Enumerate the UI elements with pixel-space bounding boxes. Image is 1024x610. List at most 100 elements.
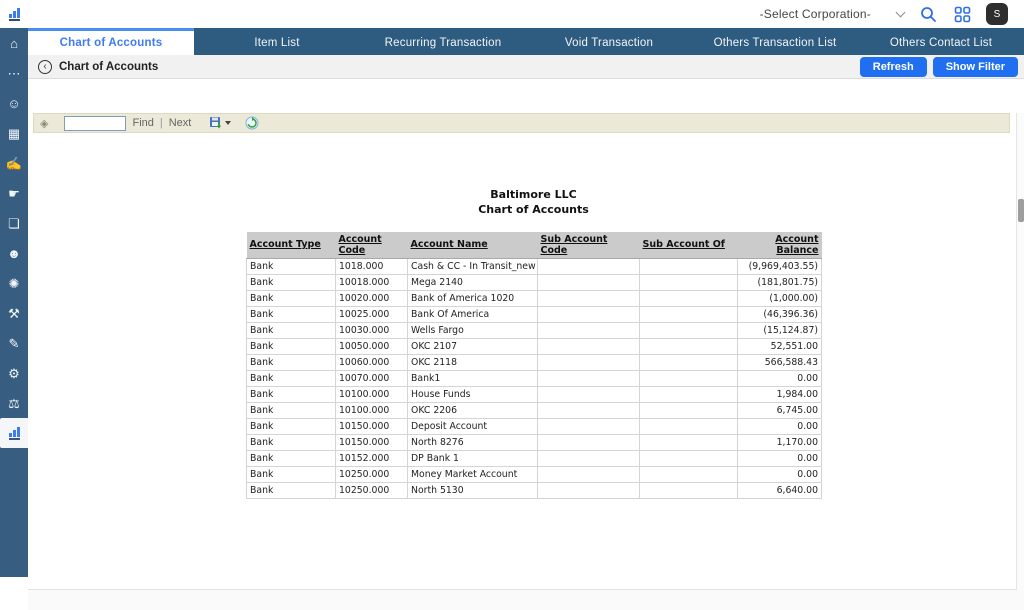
payments-icon: ☛ xyxy=(8,187,20,200)
report-refresh-button[interactable] xyxy=(245,116,259,130)
cell-sub-account-code xyxy=(538,274,640,290)
tab-others-contact-list[interactable]: Others Contact List xyxy=(858,28,1024,55)
table-row: Bank10150.000Deposit Account0.00 xyxy=(247,418,822,434)
sidebar-item-user-management[interactable]: ☺ xyxy=(0,88,28,118)
cell-account-name: OKC 2206 xyxy=(408,402,538,418)
report-title: Chart of Accounts xyxy=(246,203,821,218)
cell-account-balance: (9,969,403.55) xyxy=(738,258,822,274)
cell-account-code: 10030.000 xyxy=(336,322,408,338)
cell-account-type: Bank xyxy=(247,338,336,354)
cell-account-type: Bank xyxy=(247,258,336,274)
cell-account-name: Bank1 xyxy=(408,370,538,386)
cell-account-code: 10025.000 xyxy=(336,306,408,322)
user-avatar[interactable]: S xyxy=(986,3,1008,25)
billing-icon: ❏ xyxy=(8,217,20,230)
column-header-account-code[interactable]: Account Code xyxy=(336,232,408,259)
find-text-input[interactable] xyxy=(64,116,126,131)
cell-account-name: North 8276 xyxy=(408,434,538,450)
sidebar-item-company[interactable]: ▦ xyxy=(0,118,28,148)
table-row: Bank10152.000DP Bank 10.00 xyxy=(247,450,822,466)
cell-account-code: 10250.000 xyxy=(336,466,408,482)
search-button[interactable] xyxy=(918,4,938,24)
sidebar-item-tools[interactable]: ⚒ xyxy=(0,298,28,328)
cell-account-balance: (1,000.00) xyxy=(738,290,822,306)
apps-grid-button[interactable] xyxy=(952,4,972,24)
cell-sub-account-code xyxy=(538,338,640,354)
sidebar-item-services[interactable]: ⚙ xyxy=(0,358,28,388)
automation-icon: ✺ xyxy=(9,277,20,290)
table-row: Bank10250.000Money Market Account0.00 xyxy=(247,466,822,482)
cell-sub-account-of xyxy=(640,450,738,466)
cell-account-code: 1018.000 xyxy=(336,258,408,274)
cell-account-code: 10050.000 xyxy=(336,338,408,354)
tab-item-list[interactable]: Item List xyxy=(194,28,360,55)
next-link[interactable]: Next xyxy=(169,117,192,129)
export-menu-button[interactable] xyxy=(209,116,231,130)
nav-arrows-icon[interactable]: ◈ xyxy=(40,117,48,130)
cell-sub-account-of xyxy=(640,322,738,338)
tab-chart-of-accounts[interactable]: Chart of Accounts xyxy=(28,28,194,55)
column-header-account-name[interactable]: Account Name xyxy=(408,232,538,259)
cell-sub-account-code xyxy=(538,322,640,338)
tab-recurring-transaction[interactable]: Recurring Transaction xyxy=(360,28,526,55)
show-filter-button[interactable]: Show Filter xyxy=(933,57,1018,77)
cell-account-code: 10150.000 xyxy=(336,434,408,450)
cell-account-name: House Funds xyxy=(408,386,538,402)
sidebar-item-journals[interactable]: ✎ xyxy=(0,328,28,358)
back-button[interactable]: ‹ xyxy=(38,60,52,74)
sidebar-item-billing[interactable]: ❏ xyxy=(0,208,28,238)
cell-account-code: 10100.000 xyxy=(336,402,408,418)
cell-sub-account-of xyxy=(640,370,738,386)
footer-strip xyxy=(28,590,1024,610)
page-title: Chart of Accounts xyxy=(59,61,158,73)
refresh-button[interactable]: Refresh xyxy=(860,57,927,77)
cell-account-name: Bank of America 1020 xyxy=(408,290,538,306)
tab-others-transaction-list[interactable]: Others Transaction List xyxy=(692,28,858,55)
export-caret-icon xyxy=(225,121,231,125)
cell-sub-account-code xyxy=(538,370,640,386)
apps-grid-icon xyxy=(954,6,971,23)
column-header-account-balance[interactable]: Account Balance xyxy=(738,232,822,259)
sidebar-item-home[interactable]: ⌂ xyxy=(0,28,28,58)
corporation-select[interactable]: -Select Corporation- xyxy=(760,7,904,21)
table-header-row: Account TypeAccount CodeAccount NameSub … xyxy=(247,232,822,259)
cell-sub-account-code xyxy=(538,290,640,306)
cell-account-type: Bank xyxy=(247,418,336,434)
column-header-account-type[interactable]: Account Type xyxy=(247,232,336,259)
sidebar-item-automation[interactable]: ✺ xyxy=(0,268,28,298)
column-header-sub-account-of[interactable]: Sub Account Of xyxy=(640,232,738,259)
table-row: Bank10250.000North 51306,640.00 xyxy=(247,482,822,498)
column-header-sub-account-code[interactable]: Sub Account Code xyxy=(538,232,640,259)
reports-icon xyxy=(9,427,20,440)
chevron-down-icon xyxy=(896,8,906,18)
sidebar-item-contracts[interactable]: ✍ xyxy=(0,148,28,178)
cell-sub-account-of xyxy=(640,418,738,434)
table-row: Bank10070.000Bank10.00 xyxy=(247,370,822,386)
cell-sub-account-of xyxy=(640,402,738,418)
user-management-icon: ☺ xyxy=(7,97,20,110)
find-link[interactable]: Find xyxy=(132,117,153,129)
scrollbar-thumb[interactable] xyxy=(1018,199,1024,222)
cell-account-code: 10018.000 xyxy=(336,274,408,290)
cell-sub-account-of xyxy=(640,306,738,322)
tab-void-transaction[interactable]: Void Transaction xyxy=(526,28,692,55)
cell-account-balance: (181,801.75) xyxy=(738,274,822,290)
cell-account-type: Bank xyxy=(247,402,336,418)
vertical-scrollbar[interactable] xyxy=(1016,113,1024,590)
app-logo[interactable] xyxy=(0,0,28,28)
cell-account-name: OKC 2107 xyxy=(408,338,538,354)
sidebar-item-assets[interactable]: ⚖ xyxy=(0,388,28,418)
cell-account-type: Bank xyxy=(247,434,336,450)
cell-account-balance: 6,745.00 xyxy=(738,402,822,418)
cell-account-code: 10250.000 xyxy=(336,482,408,498)
cell-account-balance: 0.00 xyxy=(738,370,822,386)
find-next-separator: | xyxy=(160,117,163,129)
sidebar-item-more[interactable]: ⋯ xyxy=(0,58,28,88)
sidebar-item-payments[interactable]: ☛ xyxy=(0,178,28,208)
cell-sub-account-of xyxy=(640,386,738,402)
sidebar-item-reports[interactable] xyxy=(0,418,28,448)
cell-account-type: Bank xyxy=(247,370,336,386)
report-viewer-toolbar: ◈ Find | Next xyxy=(33,113,1010,133)
sidebar-item-customer-support[interactable]: ☻ xyxy=(0,238,28,268)
cell-account-balance: 0.00 xyxy=(738,418,822,434)
